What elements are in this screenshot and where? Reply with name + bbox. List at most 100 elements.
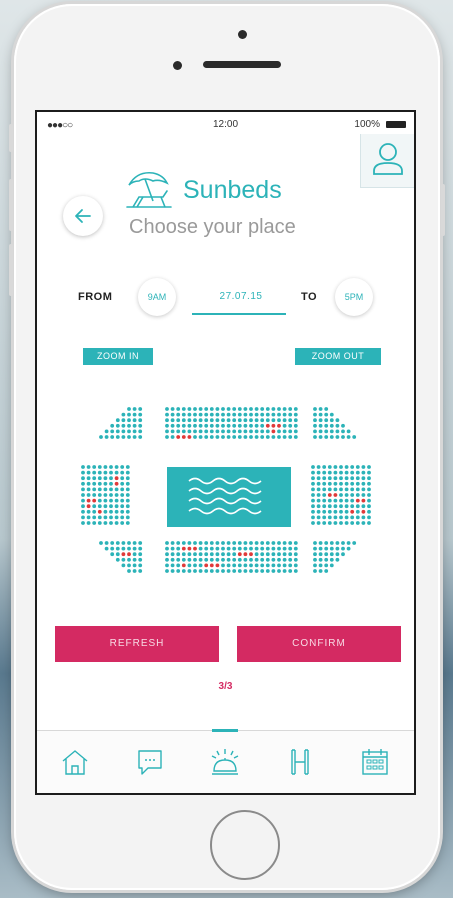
sunbed-seat[interactable] bbox=[361, 487, 366, 492]
sunbed-seat[interactable] bbox=[318, 546, 323, 551]
sunbed-seat[interactable] bbox=[260, 429, 265, 434]
sunbed-seat[interactable] bbox=[277, 423, 281, 428]
sunbed-seat[interactable] bbox=[237, 412, 242, 417]
sunbed-seat[interactable] bbox=[288, 563, 293, 568]
sunbed-seat[interactable] bbox=[361, 476, 366, 481]
sunbed-seat[interactable] bbox=[81, 504, 85, 509]
sunbed-seat[interactable] bbox=[293, 569, 298, 573]
sunbed-seat[interactable] bbox=[277, 541, 281, 545]
sunbed-seat[interactable] bbox=[243, 569, 248, 573]
sunbed-seat[interactable] bbox=[132, 541, 137, 545]
sunbed-seat[interactable] bbox=[243, 552, 248, 557]
sunbed-seat[interactable] bbox=[361, 493, 366, 497]
sunbed-seat[interactable] bbox=[86, 476, 91, 481]
sunbed-seat[interactable] bbox=[181, 541, 186, 545]
sunbed-seat[interactable] bbox=[313, 541, 317, 545]
sunbed-seat[interactable] bbox=[114, 504, 119, 509]
sunbed-seat[interactable] bbox=[265, 418, 270, 423]
sunbed-seat[interactable] bbox=[170, 569, 175, 573]
sunbed-seat[interactable] bbox=[215, 552, 220, 557]
sunbed-seat[interactable] bbox=[109, 481, 113, 486]
sunbed-seat[interactable] bbox=[249, 546, 253, 551]
refresh-button[interactable]: REFRESH bbox=[55, 626, 219, 662]
sunbed-seat[interactable] bbox=[243, 546, 248, 551]
sunbed-seat[interactable] bbox=[237, 429, 242, 434]
sunbed-seat[interactable] bbox=[204, 569, 209, 573]
sunbed-seat[interactable] bbox=[316, 515, 321, 520]
sunbed-seat[interactable] bbox=[121, 429, 126, 434]
sunbed-seat[interactable] bbox=[181, 435, 186, 439]
sunbed-seat[interactable] bbox=[127, 569, 131, 573]
sunbed-seat[interactable] bbox=[322, 509, 327, 514]
sunbed-seat[interactable] bbox=[243, 429, 248, 434]
sunbed-seat[interactable] bbox=[176, 563, 181, 568]
sunbed-seat[interactable] bbox=[165, 552, 169, 557]
sunbed-seat[interactable] bbox=[221, 546, 225, 551]
confirm-button[interactable]: CONFIRM bbox=[237, 626, 401, 662]
sunbed-seat[interactable] bbox=[237, 563, 242, 568]
sunbed-seat[interactable] bbox=[260, 563, 265, 568]
sunbed-seat[interactable] bbox=[114, 470, 119, 475]
sunbed-seat[interactable] bbox=[260, 541, 265, 545]
sunbed-seat[interactable] bbox=[109, 493, 113, 497]
sunbed-seat[interactable] bbox=[209, 423, 214, 428]
sunbed-seat[interactable] bbox=[86, 465, 91, 469]
sunbed-seat[interactable] bbox=[355, 487, 360, 492]
sunbed-seat[interactable] bbox=[198, 563, 203, 568]
sunbed-seat[interactable] bbox=[125, 470, 130, 475]
sunbed-seat[interactable] bbox=[232, 569, 237, 573]
sunbed-seat[interactable] bbox=[254, 412, 259, 417]
sunbed-seat[interactable] bbox=[282, 407, 287, 411]
sunbed-seat[interactable] bbox=[344, 481, 349, 486]
sunbed-seat[interactable] bbox=[170, 541, 175, 545]
sunbed-seat[interactable] bbox=[204, 557, 209, 562]
sunbed-seat[interactable] bbox=[367, 515, 371, 520]
sunbed-seat[interactable] bbox=[226, 429, 231, 434]
sunbed-seat[interactable] bbox=[316, 493, 321, 497]
sunbed-seat[interactable] bbox=[350, 509, 355, 514]
sunbed-seat[interactable] bbox=[226, 423, 231, 428]
sunbed-seat[interactable] bbox=[221, 569, 225, 573]
sunbed-seat[interactable] bbox=[361, 481, 366, 486]
sunbed-seat[interactable] bbox=[333, 509, 338, 514]
sunbed-seat[interactable] bbox=[103, 487, 108, 492]
sunbed-seat[interactable] bbox=[316, 521, 321, 525]
sunbed-seat[interactable] bbox=[277, 429, 281, 434]
sunbed-seat[interactable] bbox=[121, 546, 126, 551]
sunbed-seat[interactable] bbox=[215, 423, 220, 428]
zoom-in-button[interactable]: ZOOM IN bbox=[83, 348, 153, 365]
sunbed-seat[interactable] bbox=[198, 423, 203, 428]
sunbed-seat[interactable] bbox=[176, 423, 181, 428]
sunbed-seat[interactable] bbox=[313, 557, 317, 562]
sunbed-seat[interactable] bbox=[176, 429, 181, 434]
sunbed-seat[interactable] bbox=[187, 418, 192, 423]
sunbed-seat[interactable] bbox=[86, 515, 91, 520]
sunbed-seat[interactable] bbox=[120, 476, 125, 481]
sunbed-seat[interactable] bbox=[316, 465, 321, 469]
sunbed-seat[interactable] bbox=[367, 509, 371, 514]
sunbed-seat[interactable] bbox=[265, 412, 270, 417]
sunbed-seat[interactable] bbox=[125, 504, 130, 509]
sunbed-seat[interactable] bbox=[282, 418, 287, 423]
sunbed-seat[interactable] bbox=[260, 552, 265, 557]
sunbed-seat[interactable] bbox=[324, 569, 329, 573]
sunbed-seat[interactable] bbox=[311, 476, 315, 481]
sunbed-seat[interactable] bbox=[193, 563, 197, 568]
sunbed-seat[interactable] bbox=[170, 412, 175, 417]
sunbed-seat[interactable] bbox=[114, 487, 119, 492]
sunbed-seat[interactable] bbox=[198, 552, 203, 557]
sunbed-seat[interactable] bbox=[327, 481, 332, 486]
sunbed-seat[interactable] bbox=[120, 509, 125, 514]
sunbed-seat[interactable] bbox=[282, 423, 287, 428]
sunbed-seat[interactable] bbox=[103, 481, 108, 486]
sunbed-seat[interactable] bbox=[277, 552, 281, 557]
sunbed-seat[interactable] bbox=[361, 521, 366, 525]
sunbed-seat[interactable] bbox=[339, 476, 343, 481]
sunbed-seat[interactable] bbox=[125, 476, 130, 481]
sunbed-seat[interactable] bbox=[198, 435, 203, 439]
sunbed-seat[interactable] bbox=[350, 487, 355, 492]
sunbed-seat[interactable] bbox=[92, 515, 97, 520]
sunbed-seat[interactable] bbox=[127, 407, 131, 411]
sunbed-seat[interactable] bbox=[288, 435, 293, 439]
sunbed-seat[interactable] bbox=[346, 541, 351, 545]
